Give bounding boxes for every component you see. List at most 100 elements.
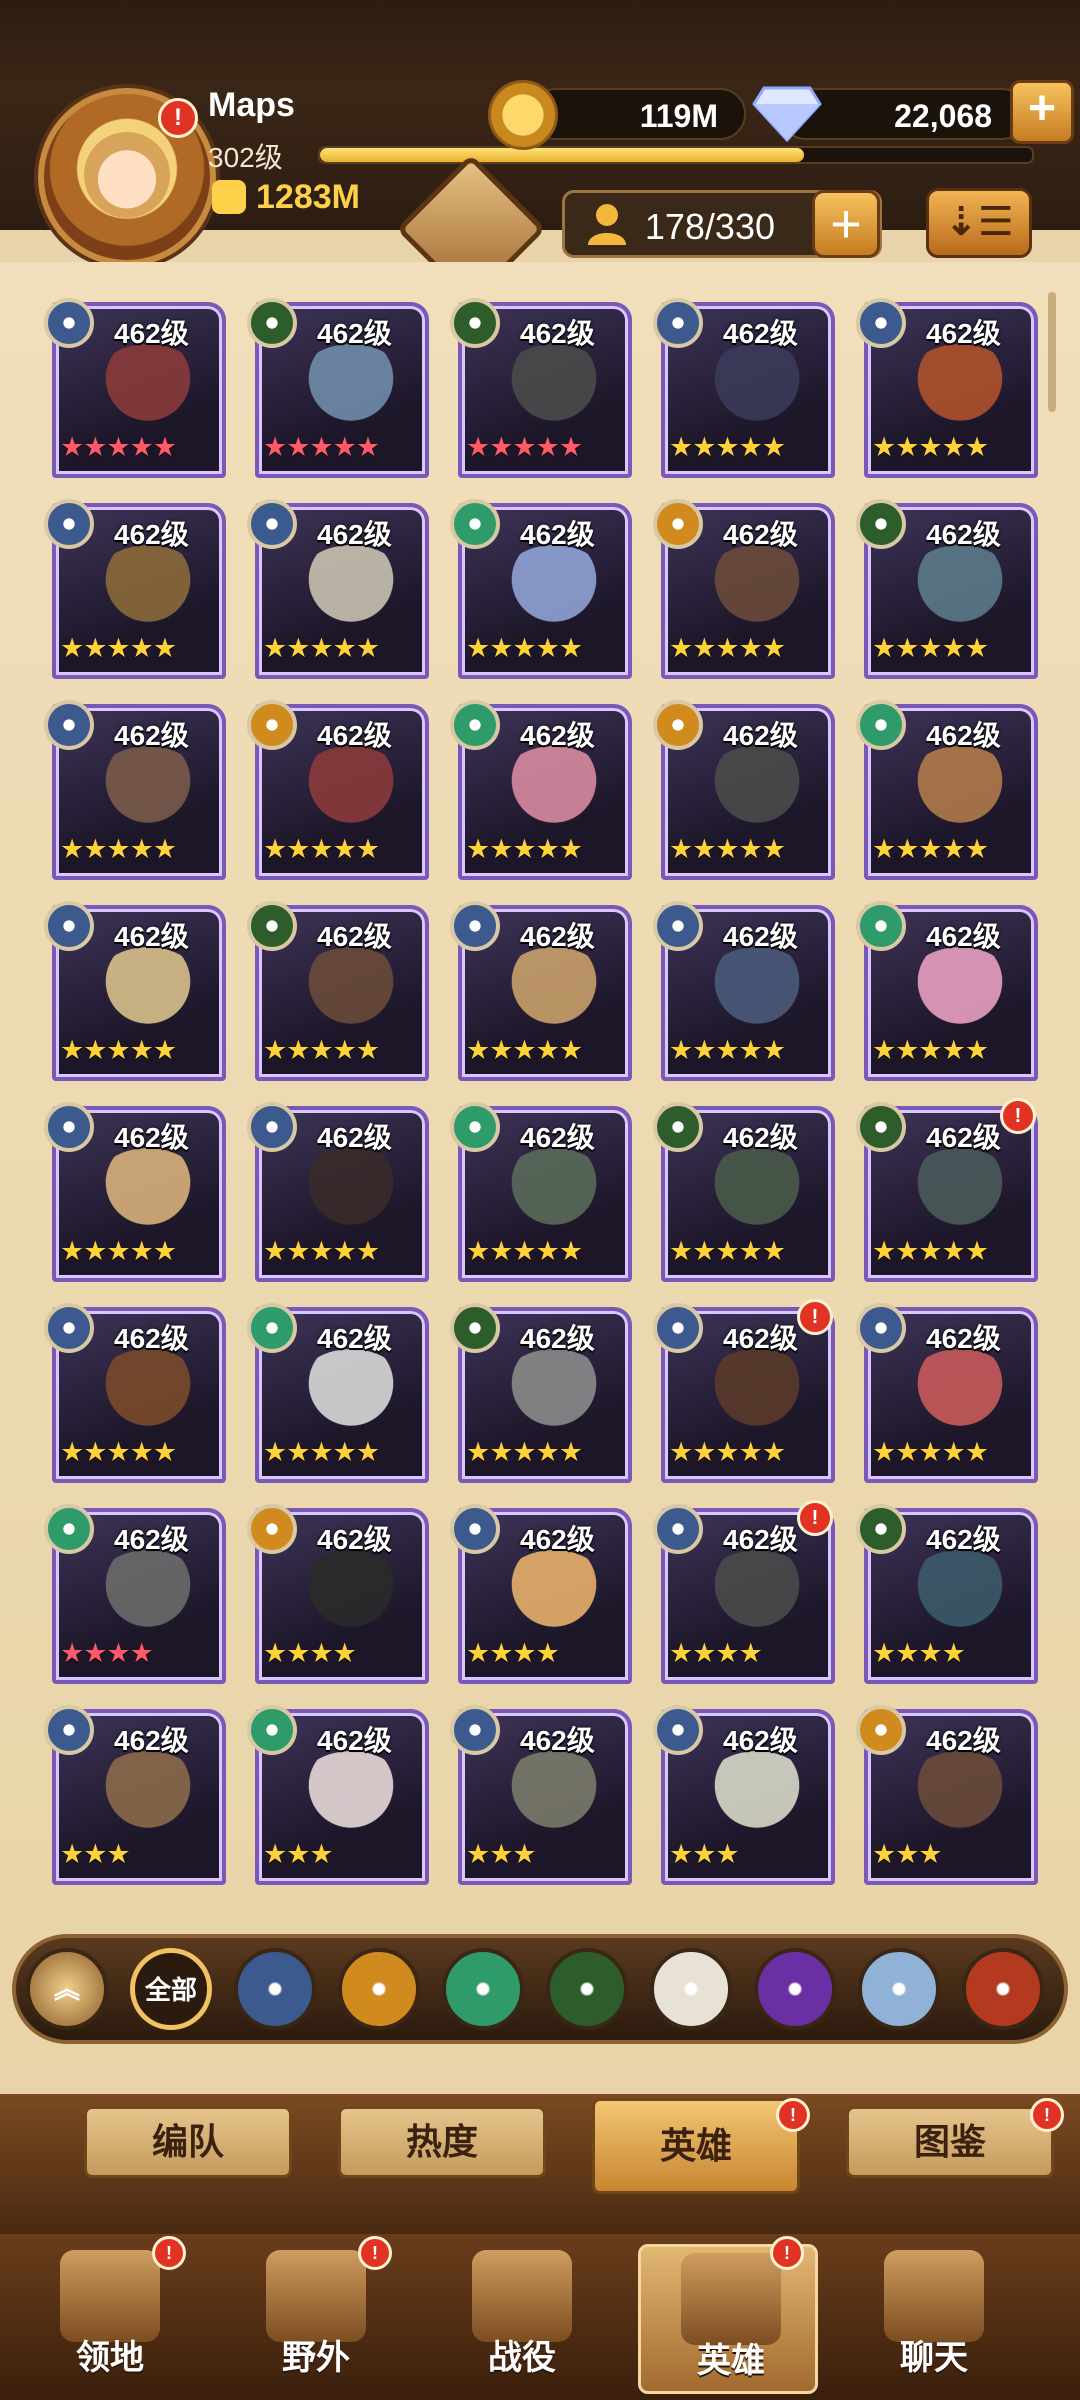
faction-icon <box>450 700 500 750</box>
filter-dragon-icon[interactable] <box>962 1948 1044 2030</box>
nav-alert-badge: ! <box>358 2236 392 2270</box>
hero-card[interactable]: 462级 ★★★★★ <box>44 901 226 1081</box>
hero-card[interactable]: 462级 ★★★★★ <box>247 298 429 478</box>
tab-popularity[interactable]: 热度 <box>338 2106 546 2178</box>
hero-level: 462级 <box>926 720 1001 751</box>
faction-icon <box>856 901 906 951</box>
hero-card[interactable]: 462级 ★★★★★ <box>450 1102 632 1282</box>
hero-card[interactable]: 462级 ★★★★★ <box>247 700 429 880</box>
filter-mauler-icon[interactable] <box>338 1948 420 2030</box>
faction-icon <box>247 901 297 951</box>
tab-alert-badge: ! <box>776 2098 810 2132</box>
filter-hypogean-icon[interactable] <box>754 1948 836 2030</box>
hero-card[interactable]: 462级 ★★★★★ <box>44 499 226 679</box>
hero-card[interactable]: 462级 ★★★★★ <box>856 901 1038 1081</box>
hero-alert-badge: ! <box>797 1500 833 1536</box>
hero-level: 462级 <box>926 1725 1001 1756</box>
hero-level: 462级 <box>723 921 798 952</box>
tab-heroes[interactable]: 英雄 <box>592 2098 800 2194</box>
expand-hero-slots-button[interactable]: + <box>812 190 880 258</box>
hero-card[interactable]: 462级 ★★★★★ <box>247 1303 429 1483</box>
nav-territory-icon <box>60 2250 160 2342</box>
hero-portrait <box>701 545 813 631</box>
hero-card[interactable]: 462级 ★★★★★ <box>450 901 632 1081</box>
hero-level: 462级 <box>317 1323 392 1354</box>
hero-card[interactable]: 462级 ★★★★★ <box>856 700 1038 880</box>
hero-stars: ★★★★★ <box>466 432 583 462</box>
filter-lightbearer-icon[interactable] <box>234 1948 316 2030</box>
hero-stars: ★★★★★ <box>872 1437 989 1467</box>
hero-card[interactable]: 462级 ★★★★★ <box>44 1102 226 1282</box>
sort-button[interactable]: ⇣☰ <box>926 188 1032 258</box>
faction-icon <box>653 1504 703 1554</box>
hero-card[interactable]: 462级 ★★★★★ <box>44 700 226 880</box>
filter-dimensional-icon[interactable] <box>858 1948 940 2030</box>
hero-level: 462级 <box>520 1323 595 1354</box>
hero-card[interactable]: 462级 ★★★ <box>247 1705 429 1885</box>
filter-wilder-icon[interactable] <box>442 1948 524 2030</box>
hero-card[interactable]: 462级 ★★★★★ <box>247 1102 429 1282</box>
hero-portrait <box>701 344 813 430</box>
hero-card[interactable]: 462级 ★★★★★ <box>247 901 429 1081</box>
nav-chat[interactable]: 聊天 <box>844 2244 1024 2394</box>
add-diamonds-button[interactable]: + <box>1010 80 1074 144</box>
hero-alert-badge: ! <box>797 1299 833 1335</box>
hero-stars: ★★★★★ <box>466 1035 583 1065</box>
gold-counter: 119M <box>530 88 746 140</box>
faction-icon <box>653 298 703 348</box>
hero-card[interactable]: 462级 ★★★ <box>856 1705 1038 1885</box>
hero-card[interactable]: 462级 ★★★★★ <box>653 499 835 679</box>
filter-all-button[interactable]: 全部 <box>130 1948 212 2030</box>
hero-card[interactable]: 462级 ★★★★★ <box>44 298 226 478</box>
filter-celestial-icon[interactable] <box>650 1948 732 2030</box>
hero-card[interactable]: 462级 ★★★★★ <box>653 901 835 1081</box>
hero-stars: ★★★★ <box>263 1638 357 1668</box>
hero-card[interactable]: 462级 ★★★★★ <box>450 298 632 478</box>
hero-card[interactable]: 462级 ★★★★★ <box>653 1102 835 1282</box>
hero-portrait <box>92 947 204 1033</box>
hero-level: 462级 <box>926 318 1001 349</box>
hero-card[interactable]: 462级 ★★★★★ <box>450 700 632 880</box>
hero-portrait <box>701 1550 813 1636</box>
hero-portrait <box>904 1349 1016 1435</box>
hero-stars: ★★★★★ <box>60 834 177 864</box>
hero-card[interactable]: 462级 ★★★★★! <box>856 1098 1038 1282</box>
hero-card[interactable]: 462级 ★★★★ <box>450 1504 632 1684</box>
hero-card[interactable]: 462级 ★★★ <box>450 1705 632 1885</box>
hero-stars: ★★★★★ <box>263 633 380 663</box>
hero-card[interactable]: 462级 ★★★★★ <box>653 700 835 880</box>
tab-formation[interactable]: 编队 <box>84 2106 292 2178</box>
hero-card[interactable]: 462级 ★★★★ <box>44 1504 226 1684</box>
hero-portrait <box>295 1349 407 1435</box>
hero-card[interactable]: 462级 ★★★★ <box>856 1504 1038 1684</box>
hero-card[interactable]: 462级 ★★★★ <box>247 1504 429 1684</box>
hero-card[interactable]: 462级 ★★★ <box>653 1705 835 1885</box>
tab-codex[interactable]: 图鉴 <box>846 2106 1054 2178</box>
hero-level: 462级 <box>114 1323 189 1354</box>
hero-card[interactable]: 462级 ★★★★★ <box>856 499 1038 679</box>
faction-icon <box>247 298 297 348</box>
nav-alert-badge: ! <box>152 2236 186 2270</box>
faction-icon <box>44 1504 94 1554</box>
hero-list-scrollbar[interactable] <box>1048 292 1056 412</box>
nav-campaign[interactable]: 战役 <box>432 2244 612 2394</box>
hero-portrait <box>295 1148 407 1234</box>
hero-card[interactable]: 462级 ★★★★! <box>653 1500 835 1684</box>
hero-card[interactable]: 462级 ★★★★★ <box>450 499 632 679</box>
hero-portrait <box>92 1751 204 1837</box>
hero-card[interactable]: 462级 ★★★★★ <box>653 298 835 478</box>
hero-card[interactable]: 462级 ★★★★★! <box>653 1299 835 1483</box>
hero-card[interactable]: 462级 ★★★★★ <box>856 1303 1038 1483</box>
hero-card[interactable]: 462级 ★★★★★ <box>856 298 1038 478</box>
hero-portrait <box>498 1751 610 1837</box>
hero-grid: 462级 ★★★★★ 462级 ★★★★★ 462级 ★★★★★ 462级 ★★★★★ 462级… <box>44 298 1040 1898</box>
hero-stars: ★★★★★ <box>60 1236 177 1266</box>
hero-card[interactable]: 462级 ★★★★★ <box>450 1303 632 1483</box>
hero-card[interactable]: 462级 ★★★★★ <box>44 1303 226 1483</box>
filter-graveborn-icon[interactable] <box>546 1948 628 2030</box>
collapse-filter-button[interactable]: ︽ <box>26 1948 108 2030</box>
hero-card[interactable]: 462级 ★★★ <box>44 1705 226 1885</box>
hero-stars: ★★★★★ <box>872 834 989 864</box>
faction-icon <box>653 1303 703 1353</box>
hero-card[interactable]: 462级 ★★★★★ <box>247 499 429 679</box>
